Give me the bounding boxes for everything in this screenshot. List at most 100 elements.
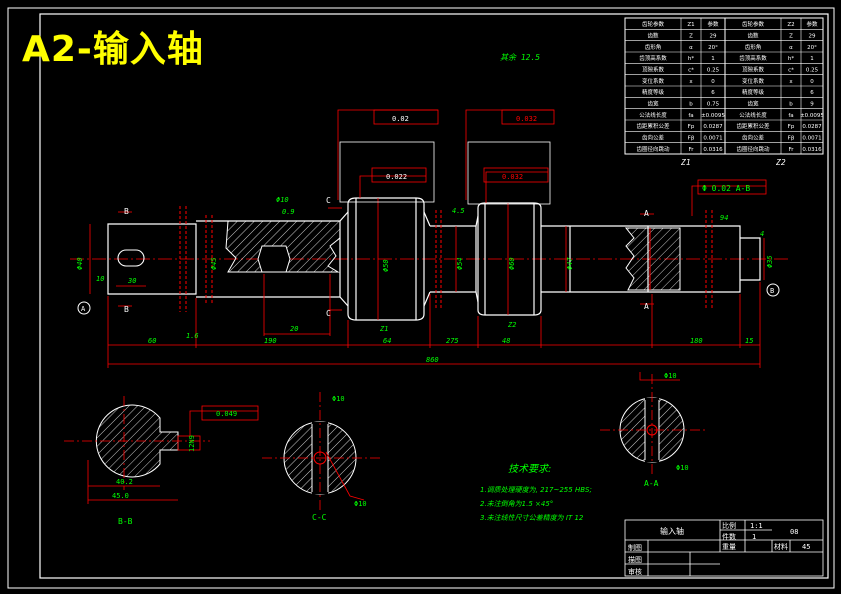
table-cell: 齿数 bbox=[747, 31, 759, 39]
table-cell: 精度等级 bbox=[642, 88, 665, 96]
table-cell: 公法线长度 bbox=[639, 111, 667, 119]
table-cell: fa bbox=[688, 113, 693, 119]
table-cell: 齿距累积公差 bbox=[636, 122, 670, 130]
table-cell: 20° bbox=[807, 45, 817, 51]
tech-notes-title: 技术要求: bbox=[508, 463, 551, 475]
title-block-row-check: 审核 bbox=[628, 567, 642, 576]
dim-seg6: 180 bbox=[690, 337, 703, 345]
section-aa-label: A-A bbox=[644, 479, 659, 488]
dim-key-width: 10 bbox=[96, 275, 104, 283]
table-cell: 0.75 bbox=[707, 101, 720, 107]
table-cell: 20° bbox=[708, 45, 718, 51]
table-cell: Fβ bbox=[688, 135, 695, 141]
dim-dia1: Φ50 bbox=[382, 259, 390, 272]
gdt-right: Φ 0.02 A-B bbox=[702, 184, 750, 193]
section-cc-dia-top: Φ10 bbox=[332, 395, 345, 403]
gear-params-table: 齿轮参数 Z1 参数 齿轮参数 Z2 参数齿数 Z 29 齿数 Z 29 齿形角 α 20° 齿形角 α 20°… bbox=[624, 17, 824, 155]
table-cell: ±0.0095 bbox=[800, 113, 824, 119]
table-cell: x bbox=[689, 79, 693, 85]
dim-d-right: Φ35 bbox=[766, 255, 774, 268]
drawing-title: A2-输入轴 bbox=[22, 29, 204, 70]
section-bb-dim-w: 45.0 bbox=[112, 492, 129, 500]
table-cell: x bbox=[789, 79, 793, 85]
table-cell: Z2 bbox=[787, 22, 794, 28]
section-label-c-top: C bbox=[326, 196, 331, 205]
table-cell: α bbox=[689, 45, 693, 51]
section-aa-dia-top: Φ10 bbox=[664, 372, 677, 380]
center-hole-left bbox=[257, 245, 291, 273]
dim-d-left: Φ40 bbox=[76, 257, 84, 270]
dim-key-len: 30 bbox=[127, 277, 136, 285]
section-label-b-bottom: B bbox=[124, 305, 129, 314]
section-label-c-bottom: C bbox=[326, 309, 331, 318]
dim-seg7: 15 bbox=[745, 337, 753, 345]
table-cell: 齿数 bbox=[647, 31, 659, 39]
dim-d-r1: Φ47 bbox=[566, 257, 574, 270]
section-cc-label: C-C bbox=[312, 513, 327, 522]
table-cell: 齿顶高系数 bbox=[739, 54, 767, 62]
dim-chamfer: 4.5 bbox=[452, 207, 465, 215]
table-cell: 齿顶高系数 bbox=[639, 54, 667, 62]
keyway-slot bbox=[117, 249, 145, 267]
table-cell: fa bbox=[788, 113, 793, 119]
table-cell: 0 bbox=[711, 79, 715, 85]
table-cell: 0.25 bbox=[806, 67, 819, 73]
dim-z1: Z1 bbox=[379, 325, 388, 333]
dim-d-gear2: Φ60 bbox=[508, 257, 516, 270]
title-block-part-name: 输入轴 bbox=[660, 526, 684, 536]
title-block-drawing-no: 08 bbox=[790, 528, 798, 536]
table-cell: 参数 bbox=[707, 20, 719, 28]
table-cell: ±0.0095 bbox=[701, 113, 725, 119]
gdt-gear1: 0.022 bbox=[386, 173, 407, 181]
table-cell: Fp bbox=[788, 124, 795, 130]
table-cell: 1 bbox=[810, 56, 814, 62]
section-aa-dia-bot: Φ10 bbox=[676, 464, 689, 472]
table-cell: 齿轮参数 bbox=[642, 20, 665, 28]
datum-b-label: B bbox=[770, 287, 774, 295]
table-cell: 0.0071 bbox=[703, 135, 722, 141]
tech-note-1: 1.调质处理硬度为, 217~255 HBS; bbox=[480, 486, 592, 494]
dim-r-top: Φ10 bbox=[276, 196, 289, 204]
section-bb-dim-h: 12N9 bbox=[188, 435, 196, 452]
section-cc-dia-bot: Φ10 bbox=[354, 500, 367, 508]
section-bb-label: B-B bbox=[118, 517, 133, 526]
table-cell: 6 bbox=[711, 90, 715, 96]
title-block-material: 45 bbox=[802, 543, 810, 551]
dim-d-mid: Φ54 bbox=[456, 257, 464, 270]
section-label-b-top: B bbox=[124, 207, 129, 216]
table-col-label-z2: Z2 bbox=[775, 158, 786, 167]
section-label-a-top: A bbox=[644, 209, 649, 218]
dim-seg3: 64 bbox=[383, 337, 391, 345]
title-block-qty: 1 bbox=[752, 533, 756, 541]
table-cell: b bbox=[689, 101, 693, 107]
datum-a-label: A bbox=[81, 305, 86, 313]
table-cell: 参数 bbox=[806, 20, 818, 28]
dim-seg5: 48 bbox=[502, 337, 510, 345]
dim-seg2: 190 bbox=[264, 337, 277, 345]
table-cell: Fβ bbox=[788, 135, 795, 141]
table-cell: Z1 bbox=[687, 22, 694, 28]
table-cell: h* bbox=[788, 56, 794, 62]
section-bb-tol: 0.049 bbox=[216, 410, 237, 418]
dim-len1: 20 bbox=[290, 325, 298, 333]
table-cell: 公法线长度 bbox=[739, 111, 767, 119]
dim-total: 860 bbox=[426, 356, 439, 364]
title-block-material-label: 材料 bbox=[774, 542, 788, 551]
section-cc bbox=[262, 392, 380, 510]
table-cell: Fr bbox=[788, 147, 794, 153]
dim-small-radius: 4 bbox=[760, 230, 764, 238]
table-cell: Z bbox=[689, 33, 693, 39]
table-cell: 0.25 bbox=[707, 67, 720, 73]
title-block-qty-label: 件数 bbox=[722, 532, 736, 541]
section-bb-dim-k: 40.2 bbox=[116, 478, 133, 486]
table-cell: 0.0071 bbox=[802, 135, 821, 141]
table-cell: 9 bbox=[810, 101, 814, 107]
table-cell: 1 bbox=[711, 56, 715, 62]
title-block-scale: 1:1 bbox=[750, 522, 763, 530]
table-cell: 齿向公差 bbox=[642, 133, 665, 141]
dim-z2: Z2 bbox=[507, 321, 516, 329]
partial-section-right bbox=[624, 227, 681, 291]
dim-94: 94 bbox=[720, 214, 728, 222]
table-cell: 变位系数 bbox=[642, 77, 665, 85]
table-cell: Fr bbox=[688, 147, 694, 153]
